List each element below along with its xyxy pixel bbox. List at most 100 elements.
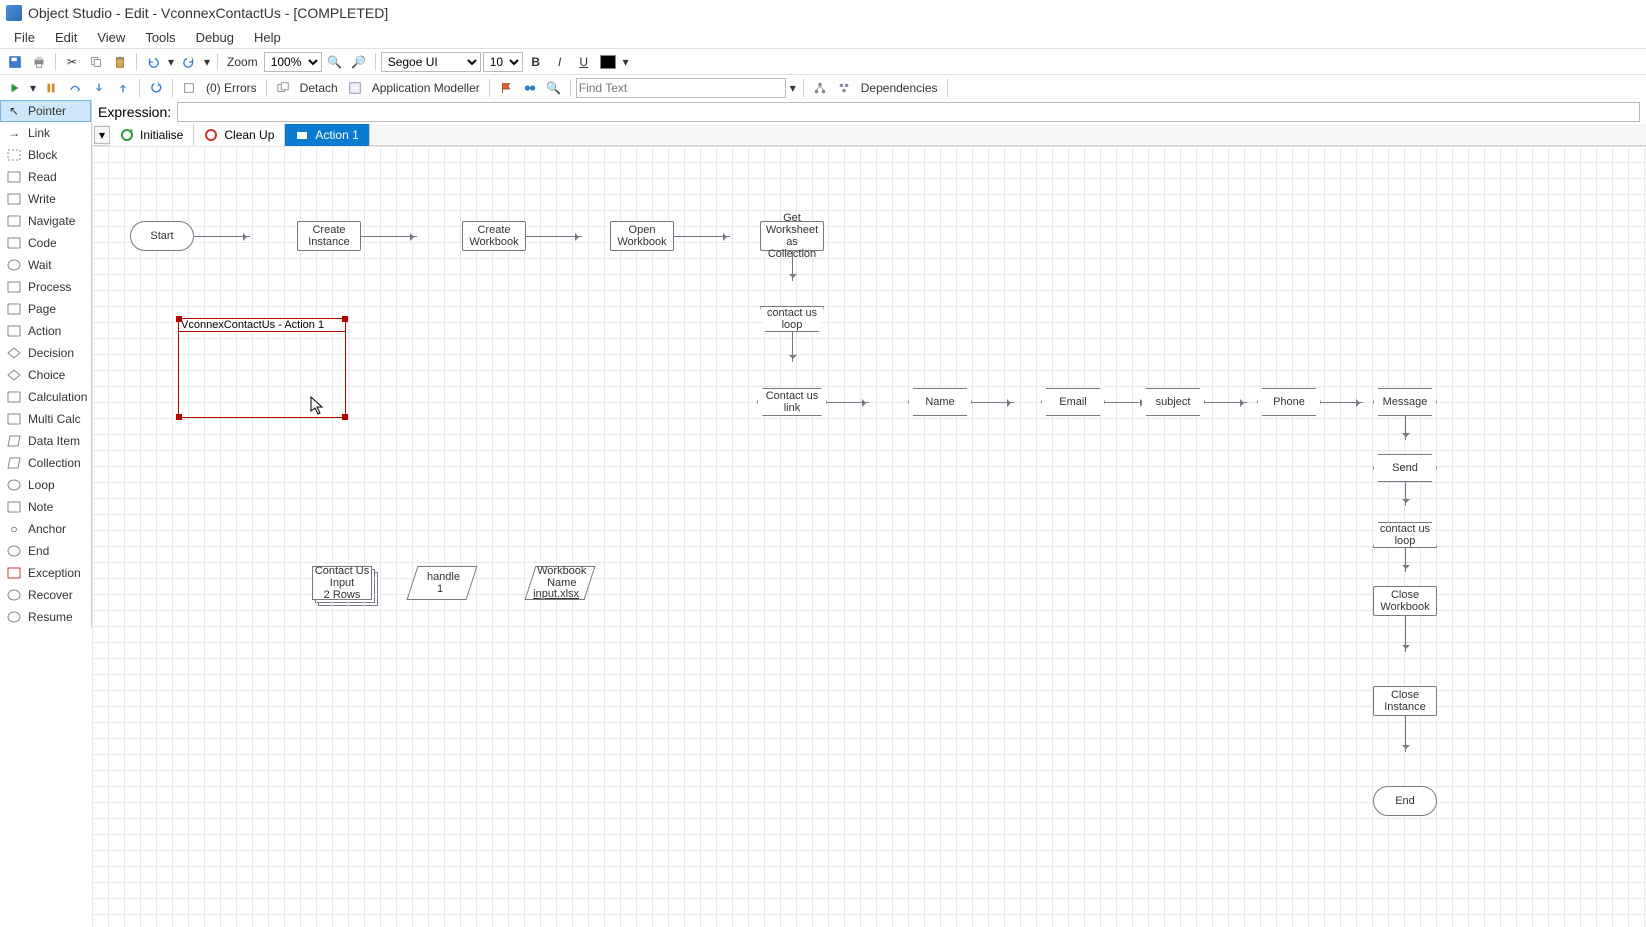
tool-action[interactable]: Action bbox=[0, 320, 91, 342]
resize-handle-sw[interactable] bbox=[176, 414, 182, 420]
errors-icon[interactable] bbox=[178, 77, 200, 99]
tool-block[interactable]: Block bbox=[0, 144, 91, 166]
paste-icon[interactable] bbox=[109, 51, 131, 73]
link-loopbot-closewb[interactable] bbox=[1405, 548, 1406, 572]
tool-pointer[interactable]: ↖Pointer bbox=[0, 100, 91, 122]
tool-wait[interactable]: Wait bbox=[0, 254, 91, 276]
copy-icon[interactable] bbox=[85, 51, 107, 73]
node-create-instance[interactable]: Create Instance bbox=[297, 221, 361, 251]
node-get-worksheet[interactable]: Get Worksheet as Collection bbox=[760, 221, 824, 251]
tool-choice[interactable]: Choice bbox=[0, 364, 91, 386]
redo-icon[interactable] bbox=[178, 51, 200, 73]
link-create-open[interactable] bbox=[526, 236, 582, 237]
link-closeinst-end[interactable] bbox=[1405, 716, 1406, 752]
resize-handle-nw[interactable] bbox=[176, 316, 182, 322]
link-instance-wb[interactable] bbox=[361, 236, 417, 237]
redo-dropdown-icon[interactable]: ▾ bbox=[202, 51, 212, 73]
bold-icon[interactable]: B bbox=[525, 51, 547, 73]
menu-help[interactable]: Help bbox=[244, 28, 291, 47]
link-subject-phone[interactable] bbox=[1205, 402, 1247, 403]
dependencies-icon[interactable] bbox=[833, 77, 855, 99]
node-phone[interactable]: Phone bbox=[1257, 388, 1321, 416]
link-loop-contact[interactable] bbox=[792, 332, 793, 362]
zoom-select[interactable]: 100% bbox=[264, 52, 322, 72]
node-send[interactable]: Send bbox=[1373, 454, 1437, 482]
tab-dropdown-icon[interactable]: ▾ bbox=[94, 126, 110, 144]
menu-edit[interactable]: Edit bbox=[45, 28, 87, 47]
tool-process[interactable]: Process bbox=[0, 276, 91, 298]
zoom-in-icon[interactable]: 🔍 bbox=[324, 51, 346, 73]
bookmark-icon[interactable] bbox=[519, 77, 541, 99]
step-out-icon[interactable] bbox=[112, 77, 134, 99]
tool-exception[interactable]: Exception bbox=[0, 562, 91, 584]
font-size-select[interactable]: 10 bbox=[483, 52, 523, 72]
node-contact-link[interactable]: Contact us link bbox=[757, 388, 827, 416]
link-phone-message[interactable] bbox=[1321, 402, 1363, 403]
app-modeller-label[interactable]: Application Modeller bbox=[368, 81, 484, 95]
underline-icon[interactable]: U bbox=[573, 51, 595, 73]
tool-note[interactable]: Note bbox=[0, 496, 91, 518]
tab-action1[interactable]: Action 1 bbox=[285, 124, 369, 146]
italic-icon[interactable]: I bbox=[549, 51, 571, 73]
find-dropdown-icon[interactable]: ▾ bbox=[788, 77, 798, 99]
flag-icon[interactable] bbox=[495, 77, 517, 99]
tool-decision[interactable]: Decision bbox=[0, 342, 91, 364]
find-text-input[interactable] bbox=[576, 78, 786, 98]
tree-icon[interactable] bbox=[809, 77, 831, 99]
menu-debug[interactable]: Debug bbox=[186, 28, 244, 47]
app-modeller-icon[interactable] bbox=[344, 77, 366, 99]
cut-icon[interactable]: ✂ bbox=[61, 51, 83, 73]
font-select[interactable]: Segoe UI bbox=[381, 52, 481, 72]
tool-read[interactable]: Read bbox=[0, 166, 91, 188]
find-icon[interactable]: 🔍 bbox=[543, 77, 565, 99]
save-icon[interactable] bbox=[4, 51, 26, 73]
errors-label[interactable]: (0) Errors bbox=[202, 81, 261, 95]
run-icon[interactable] bbox=[4, 77, 26, 99]
node-close-instance[interactable]: Close Instance bbox=[1373, 686, 1437, 716]
zoom-out-icon[interactable]: 🔎 bbox=[348, 51, 370, 73]
tool-multicalc[interactable]: Multi Calc bbox=[0, 408, 91, 430]
run-dropdown-icon[interactable]: ▾ bbox=[28, 77, 38, 99]
node-subject[interactable]: subject bbox=[1141, 388, 1205, 416]
tool-page[interactable]: Page bbox=[0, 298, 91, 320]
print-icon[interactable] bbox=[28, 51, 50, 73]
node-create-workbook[interactable]: Create Workbook bbox=[462, 221, 526, 251]
reset-icon[interactable] bbox=[145, 77, 167, 99]
tool-end[interactable]: End bbox=[0, 540, 91, 562]
link-email-subject[interactable] bbox=[1105, 402, 1147, 403]
node-loop-bot[interactable]: contact us loop bbox=[1373, 522, 1437, 548]
resize-handle-se[interactable] bbox=[342, 414, 348, 420]
link-send-loopbot[interactable] bbox=[1405, 482, 1406, 506]
link-name-email[interactable] bbox=[972, 402, 1014, 403]
tool-loop[interactable]: Loop bbox=[0, 474, 91, 496]
tool-dataitem[interactable]: Data Item bbox=[0, 430, 91, 452]
tool-link[interactable]: →Link bbox=[0, 122, 91, 144]
tool-navigate[interactable]: Navigate bbox=[0, 210, 91, 232]
menu-file[interactable]: File bbox=[4, 28, 45, 47]
node-di-wbname[interactable]: Workbook Name input.xlsx bbox=[524, 566, 595, 600]
expression-input[interactable] bbox=[177, 102, 1640, 122]
node-open-workbook[interactable]: Open Workbook bbox=[610, 221, 674, 251]
pause-icon[interactable] bbox=[40, 77, 62, 99]
resize-handle-ne[interactable] bbox=[342, 316, 348, 322]
color-dropdown-icon[interactable]: ▾ bbox=[621, 51, 631, 73]
undo-dropdown-icon[interactable]: ▾ bbox=[166, 51, 176, 73]
link-message-send[interactable] bbox=[1405, 416, 1406, 440]
step-into-icon[interactable] bbox=[88, 77, 110, 99]
detach-icon[interactable] bbox=[272, 77, 294, 99]
link-open-get[interactable] bbox=[674, 236, 730, 237]
tool-write[interactable]: Write bbox=[0, 188, 91, 210]
tool-resume[interactable]: Resume bbox=[0, 606, 91, 628]
link-start-instance[interactable] bbox=[194, 236, 250, 237]
link-get-loop[interactable] bbox=[792, 251, 793, 281]
canvas[interactable]: Start Create Instance Create Workbook Op… bbox=[92, 146, 1646, 927]
node-collection-input[interactable]: Contact Us Input 2 Rows bbox=[312, 566, 372, 600]
step-over-icon[interactable] bbox=[64, 77, 86, 99]
node-name[interactable]: Name bbox=[908, 388, 972, 416]
link-contact-name[interactable] bbox=[827, 402, 869, 403]
dependencies-label[interactable]: Dependencies bbox=[857, 81, 942, 95]
menu-view[interactable]: View bbox=[87, 28, 135, 47]
tab-initialise[interactable]: Initialise bbox=[110, 124, 194, 146]
node-message[interactable]: Message bbox=[1373, 388, 1437, 416]
tool-code[interactable]: Code bbox=[0, 232, 91, 254]
